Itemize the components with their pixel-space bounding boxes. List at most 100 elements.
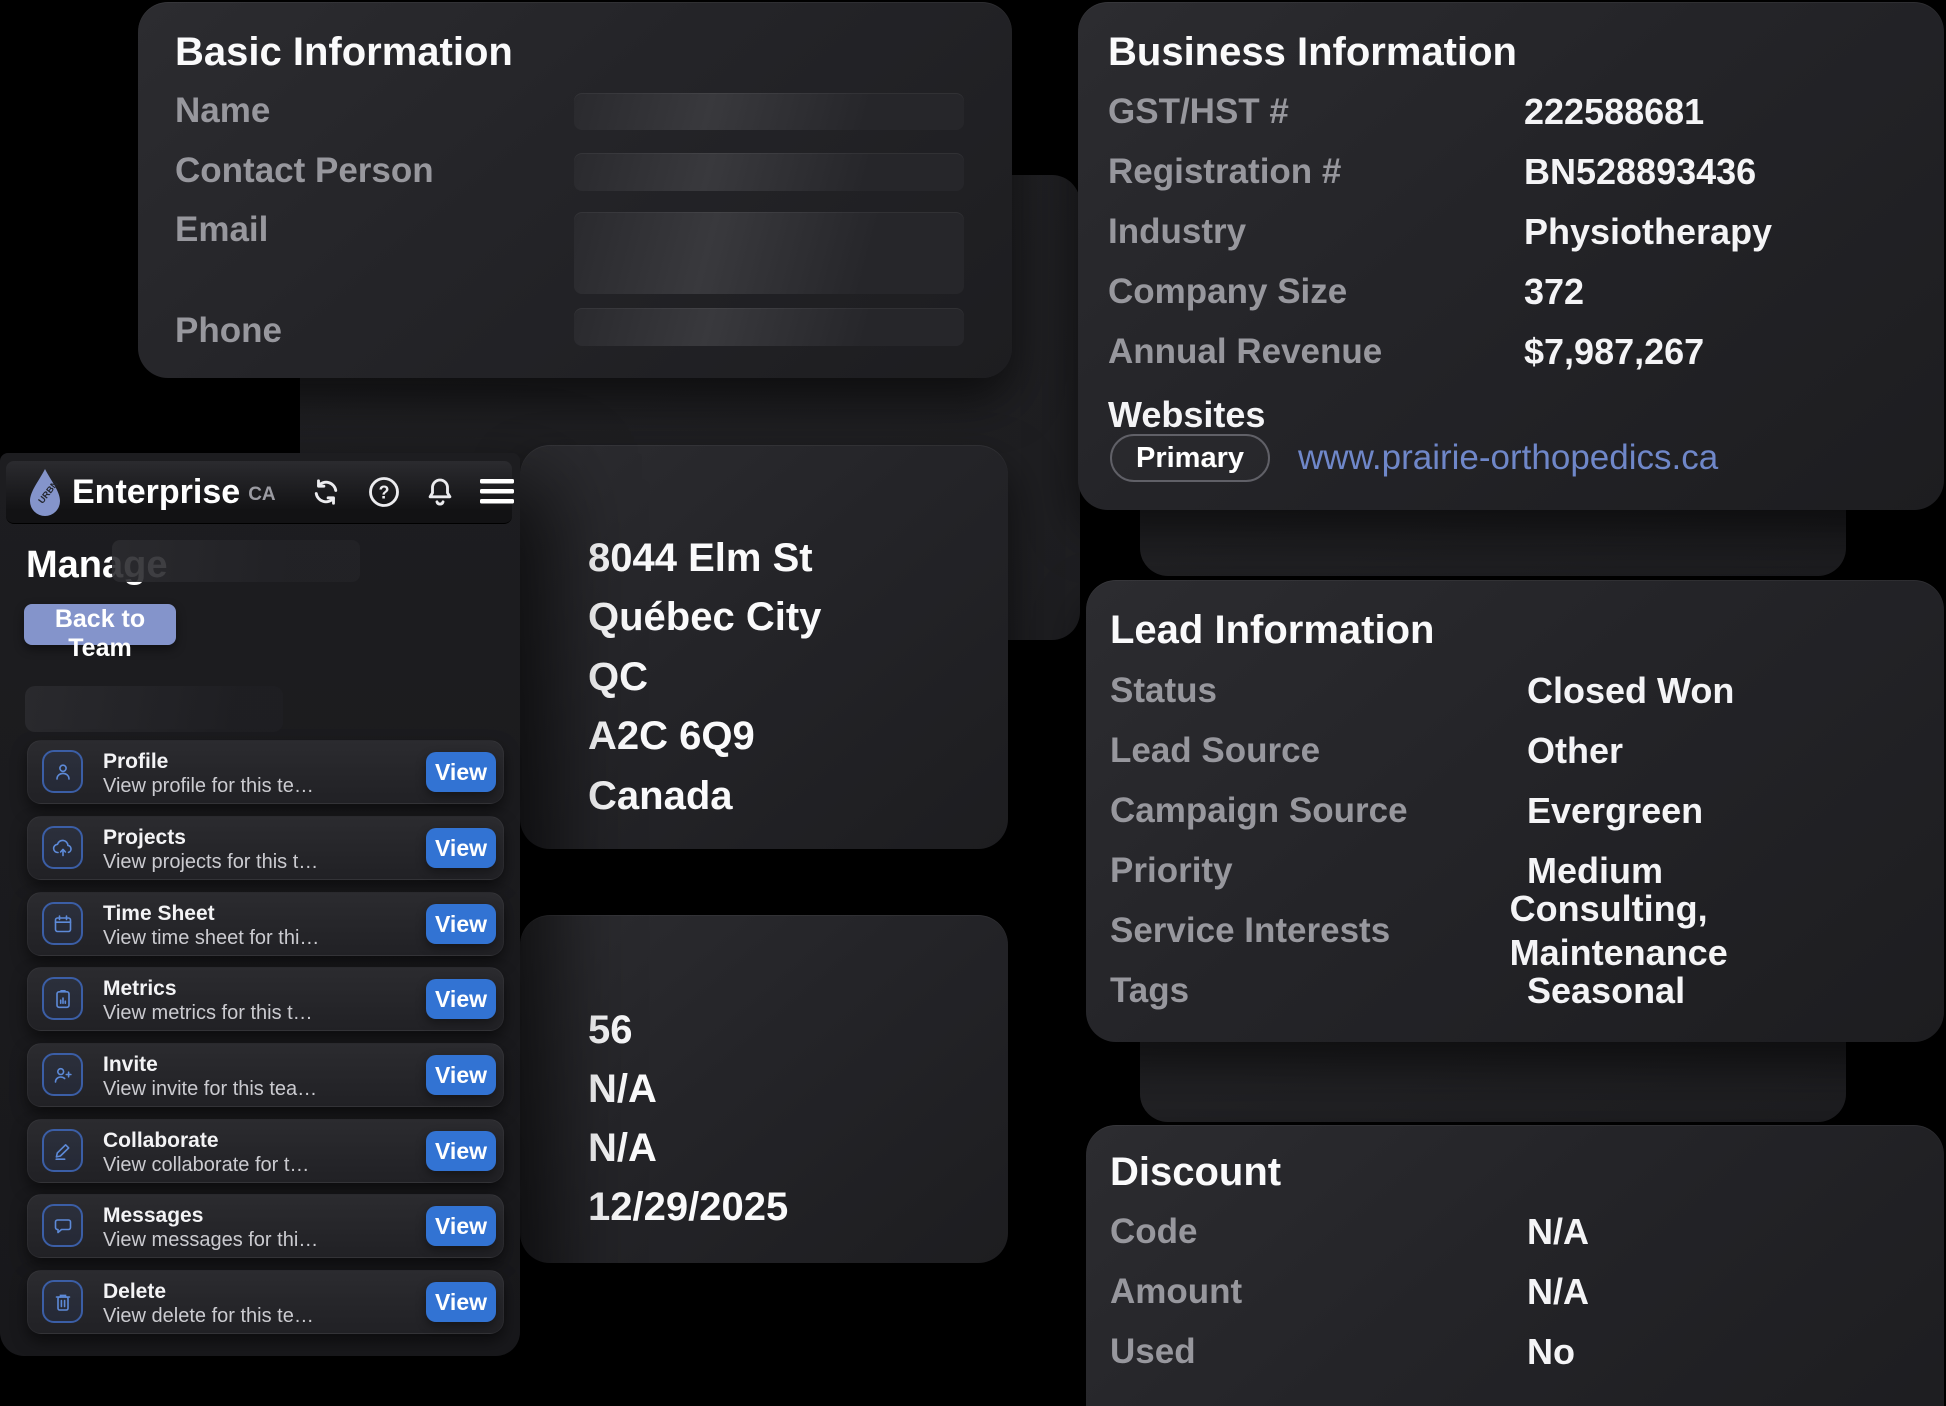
list-item-description: View time sheet for thi… bbox=[103, 927, 319, 950]
row-label: GST/HST # bbox=[1108, 90, 1524, 134]
address-province: QC bbox=[588, 653, 648, 701]
row-label: Amount bbox=[1110, 1270, 1527, 1314]
row-label: Service Interests bbox=[1110, 909, 1510, 953]
page: Basic Information Name Contact Person Em… bbox=[0, 0, 1946, 1406]
details-card: 56 N/A N/A 12/29/2025 bbox=[520, 915, 1008, 1263]
brand-region: CA bbox=[248, 484, 275, 506]
primary-badge: Primary bbox=[1110, 434, 1270, 482]
bell-icon[interactable] bbox=[422, 474, 458, 510]
list-item-title: Projects bbox=[103, 826, 186, 850]
website-link[interactable]: www.prairie-orthopedics.ca bbox=[1298, 438, 1718, 478]
redacted-email-value bbox=[574, 212, 964, 294]
field-label-phone: Phone bbox=[175, 309, 282, 353]
pencil-icon bbox=[42, 1129, 83, 1172]
card-title: Lead Information bbox=[1110, 606, 1434, 654]
back-to-team-button[interactable]: Back to Team bbox=[24, 604, 176, 645]
address-city: Québec City bbox=[588, 593, 821, 641]
redacted-contact-value bbox=[574, 153, 964, 191]
list-item-metrics: Metrics View metrics for this t… View bbox=[27, 967, 504, 1031]
row-value: N/A bbox=[1527, 1210, 1589, 1254]
detail-value: N/A bbox=[588, 1124, 657, 1172]
logo-droplet-icon: URBN bbox=[26, 467, 64, 517]
row-label: Tags bbox=[1110, 969, 1527, 1013]
row-label: Registration # bbox=[1108, 150, 1524, 194]
list-item-title: Messages bbox=[103, 1204, 203, 1228]
metrics-clipboard-icon bbox=[42, 977, 83, 1020]
list-item-description: View delete for this te… bbox=[103, 1305, 314, 1328]
list-item-description: View metrics for this t… bbox=[103, 1002, 313, 1025]
row-label: Status bbox=[1110, 669, 1527, 713]
row-value: Other bbox=[1527, 729, 1623, 773]
view-button[interactable]: View bbox=[426, 1055, 496, 1095]
row-label: Annual Revenue bbox=[1108, 330, 1524, 374]
list-item-title: Invite bbox=[103, 1053, 158, 1077]
list-item-invite: Invite View invite for this tea… View bbox=[27, 1043, 504, 1107]
row-label: Used bbox=[1110, 1330, 1527, 1374]
card-title: Business Information bbox=[1108, 28, 1517, 76]
row-label: Company Size bbox=[1108, 270, 1524, 314]
calendar-icon bbox=[42, 902, 83, 945]
list-item-time-sheet: Time Sheet View time sheet for thi… View bbox=[27, 892, 504, 956]
app-bar: URBN Enterprise CA ? bbox=[6, 461, 512, 524]
detail-value: N/A bbox=[588, 1065, 657, 1113]
list-item-description: View projects for this t… bbox=[103, 851, 318, 874]
field-label-name: Name bbox=[175, 89, 270, 133]
list-item-collaborate: Collaborate View collaborate for t… View bbox=[27, 1119, 504, 1183]
list-item-title: Collaborate bbox=[103, 1129, 219, 1153]
list-item-messages: Messages View messages for thi… View bbox=[27, 1194, 504, 1258]
trash-icon bbox=[42, 1280, 83, 1323]
row-value: Evergreen bbox=[1527, 789, 1703, 833]
hamburger-menu-icon[interactable] bbox=[478, 476, 514, 512]
redacted-phone-value bbox=[574, 308, 964, 346]
list-item-description: View profile for this te… bbox=[103, 775, 314, 798]
row-value: No bbox=[1527, 1330, 1575, 1374]
person-icon bbox=[42, 750, 83, 793]
address-street: 8044 Elm St bbox=[588, 534, 813, 582]
row-value: $7,987,267 bbox=[1524, 330, 1704, 374]
row-value: Seasonal bbox=[1527, 969, 1685, 1013]
row-value: Consulting, Maintenance bbox=[1510, 887, 1918, 975]
view-button[interactable]: View bbox=[426, 904, 496, 944]
view-button[interactable]: View bbox=[426, 1282, 496, 1322]
sync-icon[interactable] bbox=[308, 474, 344, 510]
row-value: N/A bbox=[1527, 1270, 1589, 1314]
help-icon[interactable]: ? bbox=[366, 474, 402, 510]
row-label: Industry bbox=[1108, 210, 1524, 254]
field-label-email: Email bbox=[175, 208, 268, 252]
list-item-profile: Profile View profile for this te… View bbox=[27, 740, 504, 804]
svg-text:?: ? bbox=[379, 482, 390, 502]
view-button[interactable]: View bbox=[426, 828, 496, 868]
basic-information-card: Basic Information Name Contact Person Em… bbox=[138, 2, 1012, 378]
list-item-delete: Delete View delete for this te… View bbox=[27, 1270, 504, 1334]
row-value: BN528893436 bbox=[1524, 150, 1756, 194]
websites-label: Websites bbox=[1108, 393, 1265, 437]
redacted-block bbox=[25, 686, 283, 732]
discount-card: Discount Code N/A Amount N/A Used No bbox=[1086, 1125, 1944, 1406]
view-button[interactable]: View bbox=[426, 1131, 496, 1171]
row-label: Lead Source bbox=[1110, 729, 1527, 773]
row-label: Campaign Source bbox=[1110, 789, 1527, 833]
list-item-description: View collaborate for t… bbox=[103, 1154, 309, 1177]
view-button[interactable]: View bbox=[426, 1206, 496, 1246]
detail-value: 56 bbox=[588, 1006, 633, 1054]
list-item-title: Time Sheet bbox=[103, 902, 215, 926]
person-plus-icon bbox=[42, 1053, 83, 1096]
row-label: Priority bbox=[1110, 849, 1527, 893]
address-country: Canada bbox=[588, 772, 733, 820]
row-label: Code bbox=[1110, 1210, 1527, 1254]
row-value: Physiotherapy bbox=[1524, 210, 1772, 254]
row-value: 372 bbox=[1524, 270, 1584, 314]
redacted-name-value bbox=[574, 93, 964, 130]
cloud-upload-icon bbox=[42, 826, 83, 869]
field-label-contact-person: Contact Person bbox=[175, 149, 434, 193]
address-card: 8044 Elm St Québec City QC A2C 6Q9 Canad… bbox=[520, 445, 1008, 849]
card-title: Basic Information bbox=[175, 28, 513, 76]
chat-bubble-icon bbox=[42, 1204, 83, 1247]
list-item-projects: Projects View projects for this t… View bbox=[27, 816, 504, 880]
brand-name: Enterprise bbox=[72, 473, 240, 512]
view-button[interactable]: View bbox=[426, 752, 496, 792]
view-button[interactable]: View bbox=[426, 979, 496, 1019]
card-title: Discount bbox=[1110, 1148, 1281, 1196]
list-item-title: Metrics bbox=[103, 977, 177, 1001]
list-item-description: View invite for this tea… bbox=[103, 1078, 317, 1101]
